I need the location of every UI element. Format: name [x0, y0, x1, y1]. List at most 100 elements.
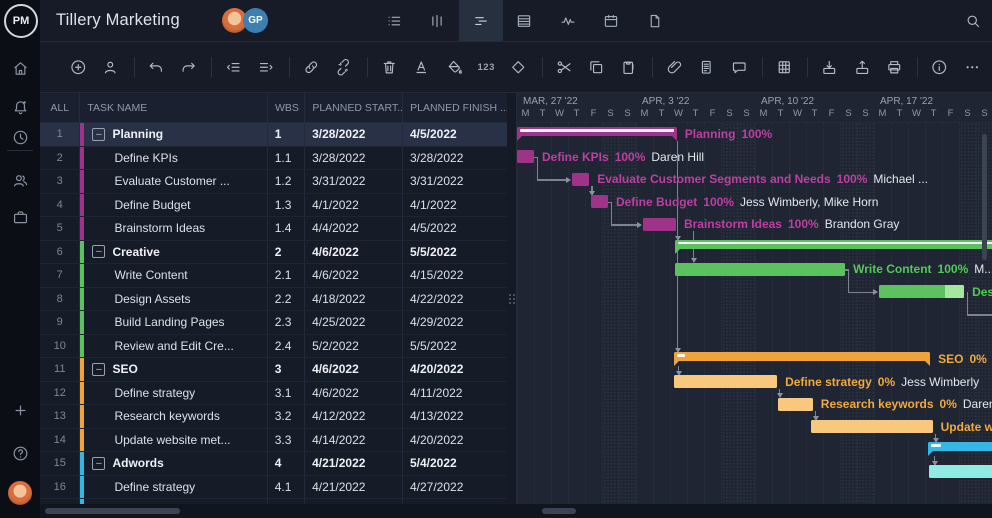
- gantt-bar-row5[interactable]: [643, 218, 676, 231]
- table-row[interactable]: 5Brainstorm Ideas1.44/4/20224/5/2022: [40, 217, 511, 241]
- gantt-bar-row13[interactable]: [778, 398, 813, 411]
- gantt-bar-row3[interactable]: [572, 173, 589, 186]
- collapse-icon[interactable]: –: [92, 363, 105, 376]
- cell-task-name[interactable]: Review and Edit Cre...: [80, 335, 267, 358]
- view-tab-gantt[interactable]: [459, 0, 503, 41]
- print-icon[interactable]: [882, 55, 906, 80]
- table-row[interactable]: 3Evaluate Customer ...1.23/31/20223/31/2…: [40, 170, 511, 194]
- number-format-icon[interactable]: 123: [474, 55, 498, 80]
- member-avatar-initials[interactable]: GP: [243, 8, 268, 33]
- gantt-bar-row6[interactable]: [675, 240, 992, 249]
- help-icon[interactable]: [0, 436, 40, 470]
- link-tasks-icon[interactable]: [299, 55, 323, 80]
- collapse-icon[interactable]: –: [92, 457, 105, 470]
- table-row[interactable]: 4Define Budget1.34/1/20224/1/2022: [40, 194, 511, 218]
- attach-file-icon[interactable]: [662, 55, 686, 80]
- table-row[interactable]: 6–Creative24/6/20225/5/2022: [40, 241, 511, 265]
- view-tab-list[interactable]: [372, 0, 416, 41]
- export-icon[interactable]: [850, 55, 874, 80]
- cell-task-name[interactable]: –Adwords: [80, 452, 267, 475]
- table-row[interactable]: 1–Planning13/28/20224/5/2022: [40, 123, 511, 147]
- app-logo[interactable]: PM: [4, 4, 38, 38]
- gantt-bar-row2[interactable]: [517, 150, 534, 163]
- view-tab-document[interactable]: [633, 0, 677, 41]
- table-row[interactable]: 14Update website met...3.34/14/20224/20/…: [40, 429, 511, 453]
- table-row[interactable]: 2Define KPIs1.13/28/20223/28/2022: [40, 147, 511, 171]
- cell-task-name[interactable]: Define Budget: [80, 194, 267, 217]
- cell-task-name[interactable]: –Planning: [80, 123, 267, 146]
- more-options-icon[interactable]: [960, 55, 984, 80]
- font-color-icon[interactable]: [409, 55, 433, 80]
- view-tab-activity[interactable]: [546, 0, 590, 41]
- paste-icon[interactable]: [616, 55, 640, 80]
- search-icon[interactable]: [964, 0, 982, 41]
- table-row[interactable]: 11–SEO34/6/20224/20/2022: [40, 358, 511, 382]
- gantt-bar-row12[interactable]: [674, 375, 777, 388]
- cell-task-name[interactable]: Evaluate Customer ...: [80, 170, 267, 193]
- gantt-bar-row15[interactable]: [928, 442, 992, 451]
- table-row[interactable]: 7Write Content2.14/6/20224/15/2022: [40, 264, 511, 288]
- gantt-bar-row16[interactable]: [929, 465, 992, 478]
- gantt-bar-row4[interactable]: [591, 195, 608, 208]
- fill-color-icon[interactable]: [442, 55, 466, 80]
- milestone-icon[interactable]: [506, 55, 530, 80]
- table-row[interactable]: 13Research keywords3.24/12/20224/13/2022: [40, 405, 511, 429]
- notes-icon[interactable]: [694, 55, 718, 80]
- table-row[interactable]: 15–Adwords44/21/20225/4/2022: [40, 452, 511, 476]
- cell-wbs: 2.3: [268, 311, 305, 334]
- delete-icon[interactable]: [377, 55, 401, 80]
- notifications-icon[interactable]: [0, 90, 40, 124]
- cell-task-name[interactable]: Define strategy: [80, 476, 267, 499]
- collapse-icon[interactable]: –: [92, 245, 105, 258]
- collapse-icon[interactable]: –: [92, 128, 105, 141]
- table-row[interactable]: 16Define strategy4.14/21/20224/27/2022: [40, 476, 511, 500]
- cell-task-name[interactable]: –SEO: [80, 358, 267, 381]
- gantt-bar-row7[interactable]: [675, 263, 845, 276]
- gantt-bar-row14[interactable]: [811, 420, 933, 433]
- add-task-icon[interactable]: [66, 55, 90, 80]
- view-tab-calendar[interactable]: [590, 0, 634, 41]
- comment-icon[interactable]: [727, 55, 751, 80]
- columns-icon[interactable]: [772, 55, 796, 80]
- bar-progress-pct: 0%: [940, 397, 957, 411]
- assign-user-icon[interactable]: [98, 55, 122, 80]
- gantt-bar-label: Evaluate Customer Segments and Needs100%…: [597, 168, 928, 191]
- cell-task-name[interactable]: Write Content: [80, 264, 267, 287]
- cell-task-name[interactable]: Design Assets: [80, 288, 267, 311]
- info-icon[interactable]: [927, 55, 951, 80]
- indent-icon[interactable]: [254, 55, 278, 80]
- table-row[interactable]: 10Review and Edit Cre...2.45/2/20225/5/2…: [40, 335, 511, 359]
- time-icon[interactable]: [0, 120, 40, 154]
- outdent-icon[interactable]: [221, 55, 245, 80]
- home-icon[interactable]: [0, 51, 40, 85]
- table-gantt-splitter[interactable]: [507, 93, 516, 504]
- gantt-hscrollbar-thumb[interactable]: [542, 508, 576, 514]
- view-tab-sheet[interactable]: [503, 0, 547, 41]
- table-row[interactable]: 8Design Assets2.24/18/20224/22/2022: [40, 288, 511, 312]
- unlink-tasks-icon[interactable]: [332, 55, 356, 80]
- cut-icon[interactable]: [552, 55, 576, 80]
- gantt-bar-row1[interactable]: [517, 127, 677, 136]
- gantt-vscrollbar-thumb[interactable]: [982, 134, 987, 260]
- import-icon[interactable]: [817, 55, 841, 80]
- cell-task-name[interactable]: Define KPIs: [80, 147, 267, 170]
- cell-task-name[interactable]: Brainstorm Ideas: [80, 217, 267, 240]
- table-row[interactable]: 9Build Landing Pages2.34/25/20224/29/202…: [40, 311, 511, 335]
- gantt-bar-row11[interactable]: [674, 352, 930, 361]
- cell-task-name[interactable]: Update website met...: [80, 429, 267, 452]
- cell-task-name[interactable]: –Creative: [80, 241, 267, 264]
- user-avatar[interactable]: [8, 481, 32, 505]
- team-icon[interactable]: [0, 163, 40, 197]
- cell-task-name[interactable]: Research keywords: [80, 405, 267, 428]
- add-icon[interactable]: [0, 393, 40, 427]
- copy-icon[interactable]: [584, 55, 608, 80]
- portfolio-icon[interactable]: [0, 200, 40, 234]
- undo-icon[interactable]: [144, 55, 168, 80]
- table-hscrollbar-thumb[interactable]: [45, 508, 180, 514]
- cell-task-name[interactable]: Define strategy: [80, 382, 267, 405]
- cell-task-name[interactable]: Build Landing Pages: [80, 311, 267, 334]
- table-row[interactable]: 12Define strategy3.14/6/20224/11/2022: [40, 382, 511, 406]
- view-tab-board[interactable]: [416, 0, 460, 41]
- redo-icon[interactable]: [176, 55, 200, 80]
- gantt-bar-row8[interactable]: [879, 285, 964, 298]
